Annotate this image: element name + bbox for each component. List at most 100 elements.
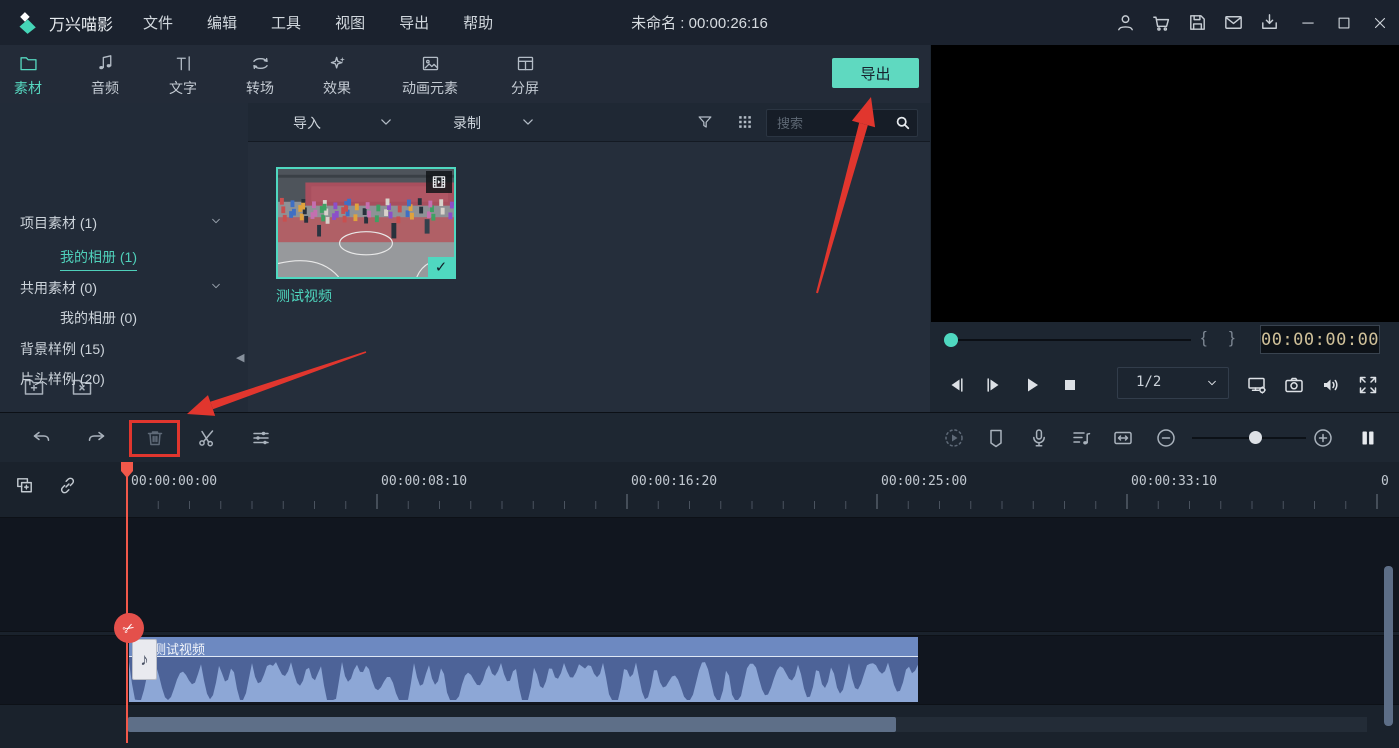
scrubber-handle[interactable] [944, 333, 958, 347]
user-icon[interactable] [1114, 11, 1137, 34]
delete-button[interactable] [143, 426, 167, 450]
import-chevron-icon[interactable] [376, 112, 396, 132]
project-title: 未命名 : 00:00:26:16 [631, 12, 768, 33]
preview-timecode: 00:00:00:00 [1260, 325, 1380, 354]
audio-mixer-button[interactable] [1069, 426, 1093, 450]
menu-item-5[interactable]: 帮助 [463, 12, 493, 33]
timeline-audio-clip[interactable]: 测试视频 ♪ [129, 637, 918, 702]
timeline-vertical-scrollbar[interactable] [1384, 566, 1393, 726]
timeline-toolbar [0, 412, 1399, 463]
split-button[interactable] [195, 426, 219, 450]
sidebar-item-1[interactable]: 我的相册 (1) [60, 247, 137, 271]
import-button[interactable]: 导入 [293, 113, 321, 133]
search-input[interactable] [775, 111, 889, 135]
mark-in-button[interactable]: { [1201, 328, 1207, 348]
tab-split[interactable]: 分屏 [507, 53, 543, 98]
stop-button[interactable] [1058, 373, 1082, 397]
sidebar-item-2[interactable]: 共用素材 (0) [20, 278, 97, 298]
chevron-down-icon[interactable] [208, 278, 224, 294]
close-button[interactable] [1371, 14, 1389, 32]
previous-frame-button[interactable] [944, 373, 968, 397]
preview-controls: 1/2 [930, 358, 1399, 412]
zoom-out-button[interactable] [1154, 426, 1178, 450]
clip-label: 测试视频 [153, 639, 205, 658]
preview-video-area [931, 45, 1399, 322]
sidebar-item-4[interactable]: 背景样例 (15) [20, 339, 105, 359]
render-preview-button[interactable] [942, 426, 966, 450]
cart-icon[interactable] [1150, 11, 1173, 34]
record-voiceover-button[interactable] [1027, 426, 1051, 450]
film-icon [430, 173, 448, 191]
sidebar-item-0[interactable]: 项目素材 (1) [20, 213, 97, 233]
fit-timeline-button[interactable] [1111, 426, 1135, 450]
ruler-label: 00:00:00:00 [131, 474, 217, 489]
record-button[interactable]: 录制 [453, 113, 481, 133]
timeline-horizontal-scrollbar-track[interactable] [127, 717, 1367, 732]
timeline-horizontal-scrollbar-thumb[interactable] [128, 717, 896, 732]
folder-icon [18, 53, 39, 74]
effects-icon [327, 53, 348, 74]
tab-transition[interactable]: 转场 [242, 53, 278, 98]
media-clip-thumbnail[interactable]: ✓ [276, 167, 456, 279]
filmora-app-window: 万兴喵影 文件编辑工具视图导出帮助 未命名 : 00:00:26:16 导出 素… [0, 0, 1399, 748]
mark-out-button[interactable]: } [1229, 328, 1235, 348]
add-track-icon[interactable] [13, 474, 36, 497]
menu-item-3[interactable]: 视图 [335, 12, 365, 33]
video-track-lane[interactable] [0, 517, 1399, 632]
link-icon[interactable] [56, 474, 79, 497]
tab-media[interactable]: 素材 [10, 53, 46, 98]
menu-item-0[interactable]: 文件 [143, 12, 173, 33]
text-icon [173, 53, 194, 74]
filter-icon[interactable] [695, 112, 715, 132]
zoom-in-button[interactable] [1311, 426, 1335, 450]
sidebar-item-5[interactable]: 片头样例 (20) [20, 369, 105, 389]
record-chevron-icon[interactable] [518, 112, 538, 132]
menu-bar: 文件 编辑 工具 视图 导出 帮助 [143, 12, 493, 33]
maximize-button[interactable] [1335, 14, 1353, 32]
tab-elements[interactable]: 动画元素 [400, 53, 460, 98]
menu-item-1[interactable]: 编辑 [207, 12, 237, 33]
volume-icon[interactable] [1319, 373, 1343, 397]
tab-label: 文字 [169, 78, 197, 98]
next-frame-button[interactable] [982, 373, 1006, 397]
preview-quality-dropdown[interactable]: 1/2 [1117, 367, 1229, 399]
ruler-label: 0 [1381, 474, 1389, 489]
mail-icon[interactable] [1222, 11, 1245, 34]
playhead-handle[interactable] [121, 462, 133, 479]
adjust-button[interactable] [249, 426, 273, 450]
scrubber-track[interactable] [958, 339, 1191, 341]
fullscreen-icon[interactable] [1356, 373, 1380, 397]
search-icon[interactable] [893, 113, 912, 132]
redo-button[interactable] [84, 426, 108, 450]
clip-note-thumbnail: ♪ [132, 639, 157, 680]
elements-icon [420, 53, 441, 74]
transition-icon [250, 53, 271, 74]
minimize-button[interactable] [1299, 14, 1317, 32]
play-button[interactable] [1020, 373, 1044, 397]
chevron-down-icon[interactable] [208, 213, 224, 229]
tab-effects[interactable]: 效果 [319, 53, 355, 98]
ruler-label: 00:00:33:10 [1131, 474, 1217, 489]
save-icon[interactable] [1186, 11, 1209, 34]
playhead-line[interactable] [126, 462, 128, 743]
tab-label: 分屏 [511, 78, 539, 98]
grid-view-icon[interactable] [735, 112, 755, 132]
playhead-cut-button[interactable]: ✂ [114, 613, 144, 643]
sidebar-item-3[interactable]: 我的相册 (0) [60, 308, 137, 328]
media-toolbar: 导入 录制 [248, 103, 930, 142]
sidebar-collapse-icon[interactable]: ◀ [236, 351, 244, 364]
timeline-zoom-knob[interactable] [1249, 431, 1262, 444]
download-icon[interactable] [1258, 11, 1281, 34]
export-button[interactable]: 导出 [832, 58, 919, 88]
media-clip-name[interactable]: 测试视频 [276, 286, 332, 306]
panel-layout-button[interactable] [1356, 426, 1380, 450]
menu-item-4[interactable]: 导出 [399, 12, 429, 33]
tab-text[interactable]: 文字 [165, 53, 201, 98]
display-settings-icon[interactable] [1245, 373, 1269, 397]
marker-button[interactable] [984, 426, 1008, 450]
titlebar-icons [1114, 0, 1281, 45]
tab-audio[interactable]: 音频 [87, 53, 123, 98]
undo-button[interactable] [30, 426, 54, 450]
menu-item-2[interactable]: 工具 [271, 12, 301, 33]
snapshot-icon[interactable] [1282, 373, 1306, 397]
